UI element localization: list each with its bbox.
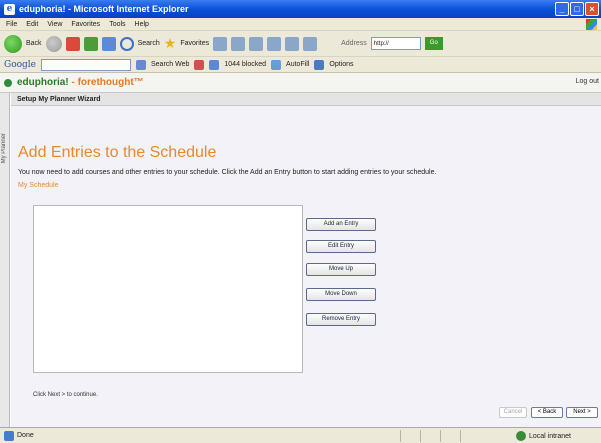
cancel-button[interactable]: Cancel <box>499 407 527 418</box>
status-bar: Done Local intranet <box>0 427 601 443</box>
edit-entry-button[interactable]: Edit Entry <box>306 240 376 253</box>
zone-label: Local intranet <box>528 432 571 440</box>
logout-link[interactable]: Log out <box>576 78 599 85</box>
google-logo: Google <box>4 59 36 70</box>
status-text: Done <box>17 432 34 439</box>
favorites-button-label[interactable]: Favorites <box>180 40 209 47</box>
title-bar: e eduphoria! - Microsoft Internet Explor… <box>0 0 601 18</box>
wizard-content: Add Entries to the Schedule You now need… <box>11 106 601 427</box>
address-label: Address <box>341 40 367 47</box>
menu-view[interactable]: View <box>47 21 62 28</box>
print-icon[interactable] <box>249 36 264 51</box>
go-button[interactable]: Go <box>424 37 443 50</box>
search-web-icon[interactable] <box>136 59 146 70</box>
intranet-icon <box>515 431 526 441</box>
autofill-icon[interactable] <box>271 59 282 70</box>
discuss-icon[interactable] <box>303 36 318 51</box>
forward-arrow-icon[interactable] <box>45 35 62 52</box>
instructions-text: You now need to add courses and other en… <box>18 169 437 176</box>
page-heading: Add Entries to the Schedule <box>18 144 217 161</box>
status-divider <box>440 430 441 442</box>
brand-separator: - <box>68 77 78 88</box>
remove-entry-button[interactable]: Remove Entry <box>306 313 376 326</box>
maximize-icon[interactable]: □ <box>570 2 584 16</box>
schedule-label: My Schedule <box>18 182 59 189</box>
close-icon[interactable]: × <box>585 2 599 16</box>
side-tab-label: My Planner <box>1 133 7 164</box>
site-header: eduphoria! - forethought™ Log out <box>0 73 601 93</box>
folder-icon[interactable] <box>267 36 282 51</box>
favorites-star-icon[interactable]: ★ <box>164 35 177 52</box>
site-logo-icon <box>4 78 12 87</box>
menu-edit[interactable]: Edit <box>26 21 38 28</box>
back-button-label[interactable]: Back <box>26 40 42 47</box>
windows-flag-icon <box>586 19 597 30</box>
minimize-icon[interactable]: _ <box>555 2 569 16</box>
brand-eduphoria: eduphoria! <box>17 77 69 88</box>
navigation-toolbar: Back Search ★ Favorites Address http:// … <box>0 31 601 57</box>
edit-page-icon[interactable] <box>285 36 300 51</box>
wizard-title: Setup My Planner Wizard <box>11 93 601 106</box>
status-divider <box>420 430 421 442</box>
refresh-icon[interactable] <box>83 36 98 51</box>
menu-favorites[interactable]: Favorites <box>71 21 100 28</box>
history-icon[interactable] <box>213 36 228 51</box>
google-search-input[interactable] <box>41 58 131 71</box>
autofill-button[interactable]: AutoFill <box>286 61 309 68</box>
menu-tools[interactable]: Tools <box>109 21 125 28</box>
menu-bar: File Edit View Favorites Tools Help <box>0 18 601 31</box>
home-icon[interactable] <box>101 36 116 51</box>
status-divider <box>400 430 401 442</box>
options-icon[interactable] <box>314 59 325 70</box>
side-tab-my-planner[interactable]: My Planner <box>0 93 10 427</box>
search-button-label[interactable]: Search <box>138 40 160 47</box>
back-arrow-icon[interactable] <box>4 34 22 53</box>
window-controls: _ □ × <box>555 2 599 16</box>
move-up-button[interactable]: Move Up <box>306 263 376 276</box>
google-toolbar: Google Search Web 1044 blocked AutoFill … <box>0 57 601 73</box>
pagerank-icon[interactable] <box>194 59 205 70</box>
status-divider <box>460 430 461 442</box>
popup-blocker-icon[interactable] <box>209 59 220 70</box>
search-web-button[interactable]: Search Web <box>151 61 189 68</box>
security-zone[interactable]: Local intranet <box>515 431 571 441</box>
mail-icon[interactable] <box>231 36 246 51</box>
add-entry-button[interactable]: Add an Entry <box>306 218 376 231</box>
schedule-list[interactable] <box>33 205 303 373</box>
address-field[interactable]: http:// <box>370 37 421 50</box>
menu-help[interactable]: Help <box>135 21 149 28</box>
popup-blocked-count[interactable]: 1044 blocked <box>224 61 266 68</box>
next-button[interactable]: Next > <box>566 407 598 418</box>
ie-logo-icon: e <box>4 3 15 15</box>
menu-file[interactable]: File <box>6 21 17 28</box>
options-button[interactable]: Options <box>329 61 353 68</box>
brand-forethought: forethought™ <box>77 77 144 88</box>
window-title: eduphoria! - Microsoft Internet Explorer <box>19 4 189 14</box>
search-icon[interactable] <box>119 36 134 51</box>
stop-icon[interactable] <box>65 36 80 51</box>
page-status-icon <box>4 430 14 441</box>
back-button[interactable]: < Back <box>531 407 563 418</box>
continue-hint: Click Next > to continue. <box>33 392 98 398</box>
move-down-button[interactable]: Move Down <box>306 288 376 301</box>
